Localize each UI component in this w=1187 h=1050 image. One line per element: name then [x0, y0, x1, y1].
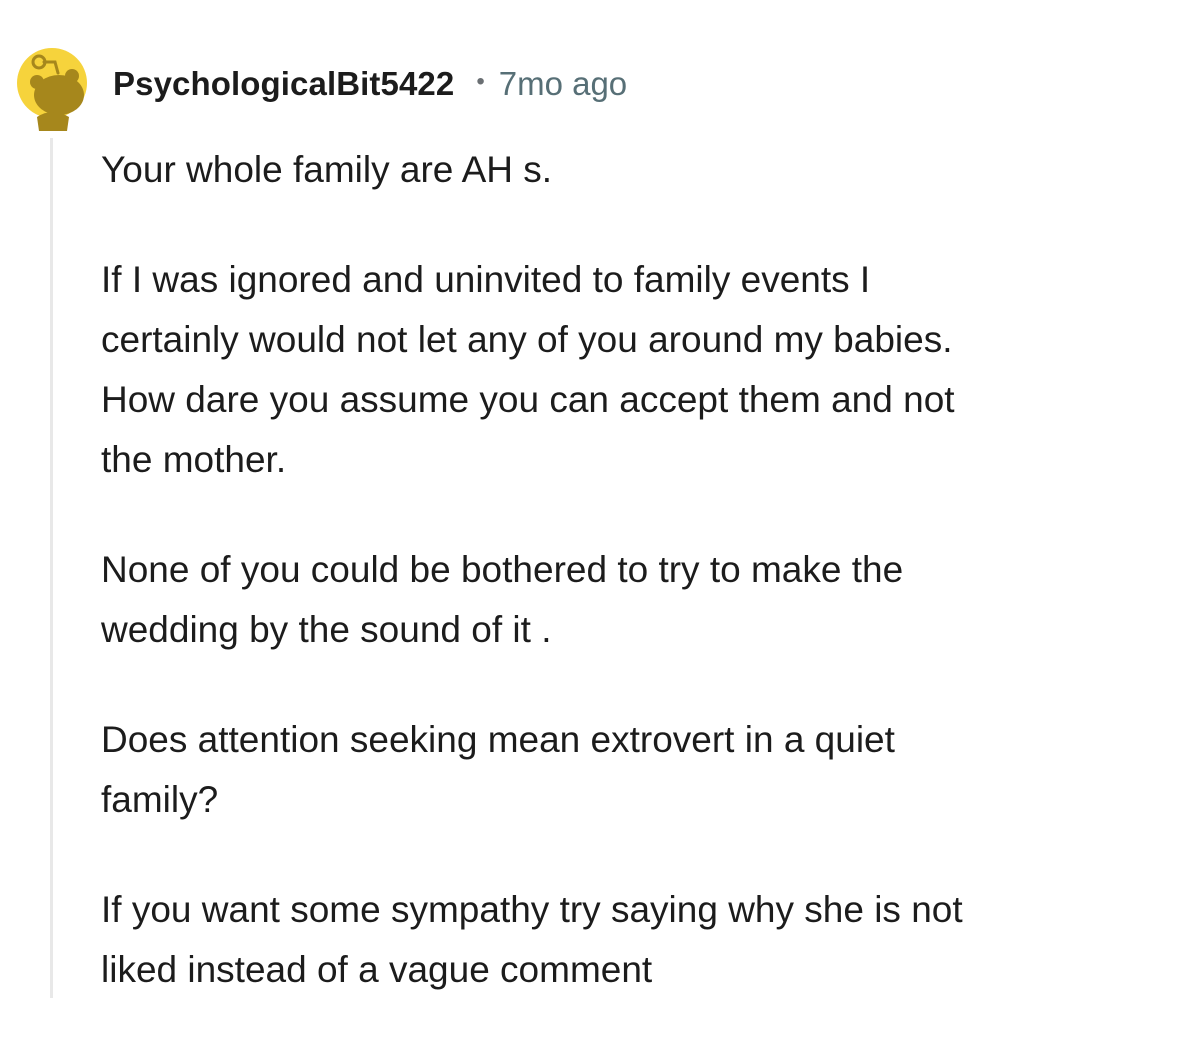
comment-timestamp[interactable]: 7mo ago — [499, 65, 627, 103]
comment-paragraph: Your whole family are AH s. — [101, 149, 553, 190]
comment-paragraph: None of you could be bothered to try to … — [101, 549, 904, 650]
comment-paragraph: If I was ignored and uninvited to family… — [101, 259, 955, 480]
meta-separator: • — [476, 68, 485, 95]
thread-collapse-line[interactable] — [50, 138, 53, 998]
author-username[interactable]: PsychologicalBit5422 — [113, 65, 454, 103]
comment-header: PsychologicalBit5422 • 7mo ago — [113, 60, 627, 108]
comment: PsychologicalBit5422 • 7mo ago Your whol… — [0, 0, 1187, 998]
reddit-snoo-avatar-icon[interactable] — [15, 35, 89, 131]
comment-body: Your whole family are AH s. If I was ign… — [101, 140, 1171, 1050]
comment-paragraph: If you want some sympathy try saying why… — [101, 889, 963, 990]
comment-paragraph: Does attention seeking mean extrovert in… — [101, 719, 895, 820]
